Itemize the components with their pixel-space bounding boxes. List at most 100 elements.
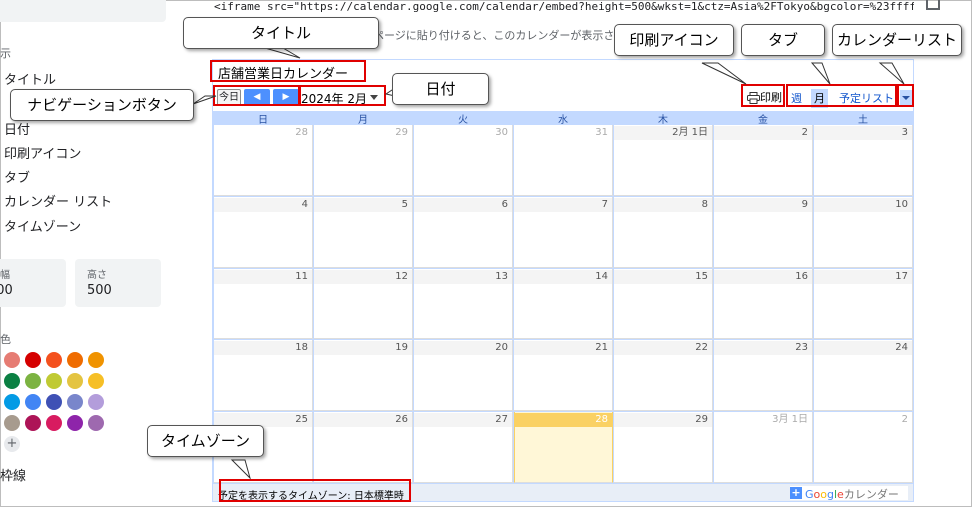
day-number: 2: [814, 413, 912, 428]
day-cell[interactable]: 18: [214, 340, 313, 412]
day-number: 8: [614, 197, 712, 212]
option-timezone[interactable]: タイムゾーン: [4, 216, 81, 235]
day-cell[interactable]: 14: [514, 268, 613, 340]
day-number: 9: [714, 197, 812, 212]
height-label: 高さ: [87, 270, 107, 281]
day-number: 19: [314, 341, 412, 356]
color-swatch[interactable]: [88, 352, 104, 368]
day-cell[interactable]: 19: [314, 340, 413, 412]
day-cell[interactable]: 11: [214, 268, 313, 340]
callout-tabs: タブ: [741, 24, 825, 56]
highlight-date: [299, 85, 386, 106]
color-swatch[interactable]: [88, 373, 104, 389]
highlight-timezone: [219, 479, 411, 502]
day-cell[interactable]: 29: [314, 125, 413, 196]
day-number: 11: [214, 269, 312, 284]
day-cell[interactable]: 2: [814, 412, 913, 483]
day-number: 5: [314, 197, 412, 212]
day-cell[interactable]: 27: [414, 412, 513, 483]
day-number: 18: [214, 341, 312, 356]
day-number: 16: [714, 269, 812, 284]
callout-calendar-list: カレンダーリスト: [832, 24, 962, 56]
highlight-nav: [213, 85, 300, 106]
day-number: 3: [814, 126, 912, 140]
day-number: 14: [514, 269, 612, 284]
day-cell[interactable]: 4: [214, 196, 313, 268]
day-cell[interactable]: 28: [214, 125, 313, 196]
day-cell[interactable]: 13: [414, 268, 513, 340]
color-swatch[interactable]: [25, 373, 41, 389]
day-cell[interactable]: 29: [614, 412, 713, 483]
google-calendar-logo: Googleカレンダー: [805, 488, 899, 501]
day-cell[interactable]: 22: [614, 340, 713, 412]
day-number: 2月 1日: [614, 126, 712, 140]
day-cell[interactable]: 6: [414, 196, 513, 268]
day-number: 10: [814, 197, 912, 212]
day-cell[interactable]: 15: [614, 268, 713, 340]
google-calendar-badge[interactable]: + Googleカレンダー: [790, 486, 908, 501]
day-number: 3月 1日: [714, 413, 812, 428]
color-swatch[interactable]: [4, 415, 20, 431]
width-value: 800: [0, 283, 13, 298]
embed-code[interactable]: <iframe src="https://calendar.google.com…: [214, 0, 914, 14]
option-date[interactable]: 日付: [4, 119, 30, 138]
day-number: 26: [314, 413, 412, 428]
color-swatch[interactable]: [46, 373, 62, 389]
color-swatch[interactable]: [67, 394, 83, 410]
color-swatch[interactable]: [88, 415, 104, 431]
plus-icon: +: [790, 486, 802, 499]
day-cell[interactable]: 26: [314, 412, 413, 483]
color-swatch[interactable]: [67, 373, 83, 389]
day-cell[interactable]: 5: [314, 196, 413, 268]
day-cell[interactable]: 9: [714, 196, 813, 268]
option-tabs[interactable]: タブ: [4, 167, 30, 186]
day-number: 12: [314, 269, 412, 284]
day-number: 13: [414, 269, 512, 284]
day-cell[interactable]: 8: [614, 196, 713, 268]
day-cell[interactable]: 17: [814, 268, 913, 340]
day-cell[interactable]: 23: [714, 340, 813, 412]
day-number: 28: [214, 126, 312, 140]
add-color-icon[interactable]: +: [4, 436, 20, 452]
day-cell[interactable]: 3月 1日: [714, 412, 813, 483]
day-cell[interactable]: 30: [414, 125, 513, 196]
color-swatch[interactable]: [25, 352, 41, 368]
day-cell[interactable]: 3: [814, 125, 913, 196]
day-cell[interactable]: 7: [514, 196, 613, 268]
color-swatch[interactable]: [46, 352, 62, 368]
color-swatch[interactable]: [4, 352, 20, 368]
copy-icon[interactable]: [926, 0, 940, 10]
highlight-tabs: [786, 84, 897, 107]
color-swatch[interactable]: [67, 352, 83, 368]
width-field[interactable]: 幅 800: [0, 259, 66, 307]
day-cell[interactable]: 10: [814, 196, 913, 268]
height-field[interactable]: 高さ 500: [75, 259, 161, 307]
color-swatch[interactable]: [88, 394, 104, 410]
day-cell[interactable]: 21: [514, 340, 613, 412]
day-cell[interactable]: 20: [414, 340, 513, 412]
option-calendar-list[interactable]: カレンダー リスト: [4, 191, 112, 210]
day-cell[interactable]: 28: [514, 412, 613, 483]
color-swatch[interactable]: [46, 394, 62, 410]
option-print-icon[interactable]: 印刷アイコン: [4, 143, 81, 162]
color-swatch[interactable]: [67, 415, 83, 431]
color-swatch[interactable]: [46, 415, 62, 431]
height-value: 500: [87, 283, 112, 298]
color-swatch[interactable]: [4, 373, 20, 389]
day-number: 29: [314, 126, 412, 140]
settings-top-field[interactable]: [0, 0, 166, 22]
day-number: 31: [514, 126, 612, 140]
day-cell[interactable]: 31: [514, 125, 613, 196]
day-cell[interactable]: 12: [314, 268, 413, 340]
option-title[interactable]: タイトル: [4, 69, 56, 88]
color-swatch[interactable]: [25, 394, 41, 410]
day-cell[interactable]: 2月 1日: [614, 125, 713, 196]
day-number: 2: [714, 126, 812, 140]
day-cell[interactable]: 24: [814, 340, 913, 412]
weekday-header: 木: [658, 115, 668, 126]
day-cell[interactable]: 2: [714, 125, 813, 196]
day-cell[interactable]: 16: [714, 268, 813, 340]
weekday-header: 金: [758, 115, 768, 126]
color-swatch[interactable]: [25, 415, 41, 431]
color-swatch[interactable]: [4, 394, 20, 410]
